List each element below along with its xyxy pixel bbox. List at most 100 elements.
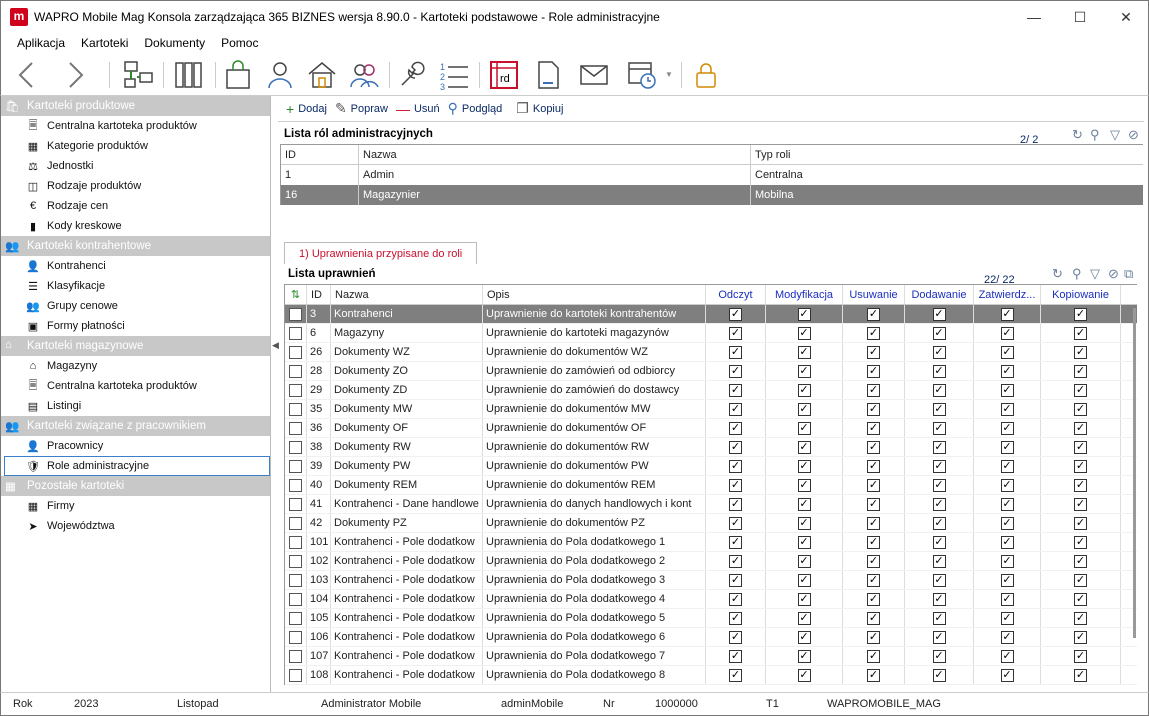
permission-checkbox-cell[interactable]: ✓: [843, 324, 905, 342]
permission-checkbox-cell[interactable]: ✓: [1041, 324, 1121, 342]
checked-checkbox[interactable]: ✓: [867, 573, 880, 587]
checked-checkbox[interactable]: ✓: [1000, 345, 1014, 359]
permission-checkbox-cell[interactable]: ✓: [766, 628, 843, 646]
checked-checkbox[interactable]: ✓: [1000, 326, 1014, 340]
checked-checkbox[interactable]: ✓: [1074, 440, 1087, 454]
permission-checkbox-cell[interactable]: ✓: [843, 305, 905, 323]
sidebar-group-produktowe[interactable]: 🛍 Kartoteki produktowe: [1, 96, 270, 116]
permission-checkbox-cell[interactable]: ✓: [974, 362, 1041, 380]
permission-checkbox-cell[interactable]: ✓: [1041, 533, 1121, 551]
menu-dokumenty[interactable]: Dokumenty: [144, 36, 205, 50]
checkbox[interactable]: [289, 554, 302, 568]
checked-checkbox[interactable]: ✓: [867, 554, 880, 568]
checked-checkbox[interactable]: ✓: [1000, 573, 1014, 587]
permission-checkbox-cell[interactable]: ✓: [905, 457, 974, 475]
vertical-scrollbar[interactable]: [1130, 302, 1138, 682]
menu-pomoc[interactable]: Pomoc: [221, 36, 258, 50]
permission-checkbox-cell[interactable]: ✓: [1041, 628, 1121, 646]
permission-checkbox-cell[interactable]: ✓: [706, 400, 766, 418]
checked-checkbox[interactable]: ✓: [1074, 668, 1087, 682]
checked-checkbox[interactable]: ✓: [1074, 497, 1087, 511]
checkbox[interactable]: [289, 592, 302, 606]
sidebar-group-pracownik[interactable]: 👥 Kartoteki związane z pracownikiem: [1, 416, 270, 436]
permission-checkbox-cell[interactable]: ✓: [1041, 457, 1121, 475]
checked-checkbox[interactable]: ✓: [729, 516, 742, 530]
tab-uprawnienia[interactable]: 1) Uprawnienia przypisane do roli: [284, 242, 478, 264]
checked-checkbox[interactable]: ✓: [1000, 630, 1014, 644]
checked-checkbox[interactable]: ✓: [1074, 630, 1087, 644]
sidebar-item-kontrahenci[interactable]: 👤 Kontrahenci: [1, 256, 270, 276]
checked-checkbox[interactable]: ✓: [932, 402, 946, 416]
col-dodawanie[interactable]: Dodawanie: [905, 285, 974, 304]
permission-checkbox-cell[interactable]: ✓: [905, 400, 974, 418]
sidebar-item-rodzaje-cen[interactable]: € Rodzaje cen: [1, 196, 270, 216]
rd-calendar-icon[interactable]: rd: [487, 58, 521, 92]
row-select-checkbox[interactable]: [285, 381, 307, 399]
permission-checkbox-cell[interactable]: ✓: [905, 324, 974, 342]
checked-checkbox[interactable]: ✓: [1074, 478, 1087, 492]
permission-checkbox-cell[interactable]: ✓: [766, 533, 843, 551]
permission-checkbox-cell[interactable]: ✓: [766, 514, 843, 532]
permission-checkbox-cell[interactable]: ✓: [1041, 609, 1121, 627]
checked-checkbox[interactable]: ✓: [867, 592, 880, 606]
permission-checkbox-cell[interactable]: ✓: [1041, 362, 1121, 380]
permission-checkbox-cell[interactable]: ✓: [1041, 495, 1121, 513]
checked-checkbox[interactable]: ✓: [932, 364, 946, 378]
permission-checkbox-cell[interactable]: ✓: [905, 495, 974, 513]
row-select-checkbox[interactable]: [285, 533, 307, 551]
table-row[interactable]: 26 Dokumenty WZ Uprawnienie do dokumentów …: [285, 343, 1137, 362]
checked-checkbox[interactable]: ✓: [729, 459, 742, 473]
checked-checkbox[interactable]: ✓: [729, 326, 742, 340]
checked-checkbox[interactable]: ✓: [1000, 383, 1014, 397]
permission-checkbox-cell[interactable]: ✓: [706, 514, 766, 532]
row-select-checkbox[interactable]: [285, 400, 307, 418]
permission-checkbox-cell[interactable]: ✓: [766, 457, 843, 475]
table-row[interactable]: 103 Kontrahenci - Pole dodatkow Uprawnieni…: [285, 571, 1137, 590]
checked-checkbox[interactable]: ✓: [932, 649, 946, 663]
permission-checkbox-cell[interactable]: ✓: [843, 609, 905, 627]
table-row[interactable]: 107 Kontrahenci - Pole dodatkow Uprawnieni…: [285, 647, 1137, 666]
permission-checkbox-cell[interactable]: ✓: [843, 571, 905, 589]
checked-checkbox[interactable]: ✓: [797, 497, 811, 511]
wrench-icon[interactable]: [395, 58, 429, 92]
checked-checkbox[interactable]: ✓: [1000, 440, 1014, 454]
permission-checkbox-cell[interactable]: ✓: [706, 362, 766, 380]
table-row[interactable]: 104 Kontrahenci - Pole dodatkow Uprawnieni…: [285, 590, 1137, 609]
table-row[interactable]: 35 Dokumenty MW Uprawnienie do dokumentów …: [285, 400, 1137, 419]
checked-checkbox[interactable]: ✓: [1074, 611, 1087, 625]
checked-checkbox[interactable]: ✓: [932, 630, 946, 644]
checkbox[interactable]: [289, 535, 302, 549]
sidebar-item-rodzaje-produktow[interactable]: ◫ Rodzaje produktów: [1, 176, 270, 196]
checked-checkbox[interactable]: ✓: [1074, 326, 1087, 340]
permission-checkbox-cell[interactable]: ✓: [766, 552, 843, 570]
sidebar-group-pozostale[interactable]: ▦ Pozostałe kartoteki: [1, 476, 270, 496]
checked-checkbox[interactable]: ✓: [932, 592, 946, 606]
calendar-clock-icon[interactable]: [625, 58, 659, 92]
checkbox[interactable]: [289, 364, 302, 378]
checked-checkbox[interactable]: ✓: [1074, 516, 1087, 530]
checked-checkbox[interactable]: ✓: [867, 459, 880, 473]
checked-checkbox[interactable]: ✓: [729, 364, 742, 378]
permission-checkbox-cell[interactable]: ✓: [905, 438, 974, 456]
row-select-checkbox[interactable]: [285, 343, 307, 361]
permission-checkbox-cell[interactable]: ✓: [974, 438, 1041, 456]
permission-checkbox-cell[interactable]: ✓: [974, 419, 1041, 437]
permission-checkbox-cell[interactable]: ✓: [706, 419, 766, 437]
permission-checkbox-cell[interactable]: ✓: [706, 666, 766, 684]
table-row[interactable]: 38 Dokumenty RW Uprawnienie do dokumentów …: [285, 438, 1137, 457]
permission-checkbox-cell[interactable]: ✓: [706, 552, 766, 570]
checked-checkbox[interactable]: ✓: [1074, 554, 1087, 568]
permission-checkbox-cell[interactable]: ✓: [905, 647, 974, 665]
permission-checkbox-cell[interactable]: ✓: [1041, 666, 1121, 684]
col-name[interactable]: Nazwa: [359, 145, 751, 164]
search-icon[interactable]: ⚲: [1090, 127, 1100, 143]
sidebar-group-magazynowe[interactable]: ⌂ Kartoteki magazynowe: [1, 336, 270, 356]
permission-checkbox-cell[interactable]: ✓: [766, 381, 843, 399]
checked-checkbox[interactable]: ✓: [1000, 364, 1014, 378]
col-kopiowanie[interactable]: Kopiowanie: [1041, 285, 1121, 304]
permission-checkbox-cell[interactable]: ✓: [974, 647, 1041, 665]
back-arrow-icon[interactable]: [9, 58, 43, 92]
permission-checkbox-cell[interactable]: ✓: [843, 628, 905, 646]
checked-checkbox[interactable]: ✓: [932, 307, 946, 321]
checked-checkbox[interactable]: ✓: [1074, 459, 1087, 473]
